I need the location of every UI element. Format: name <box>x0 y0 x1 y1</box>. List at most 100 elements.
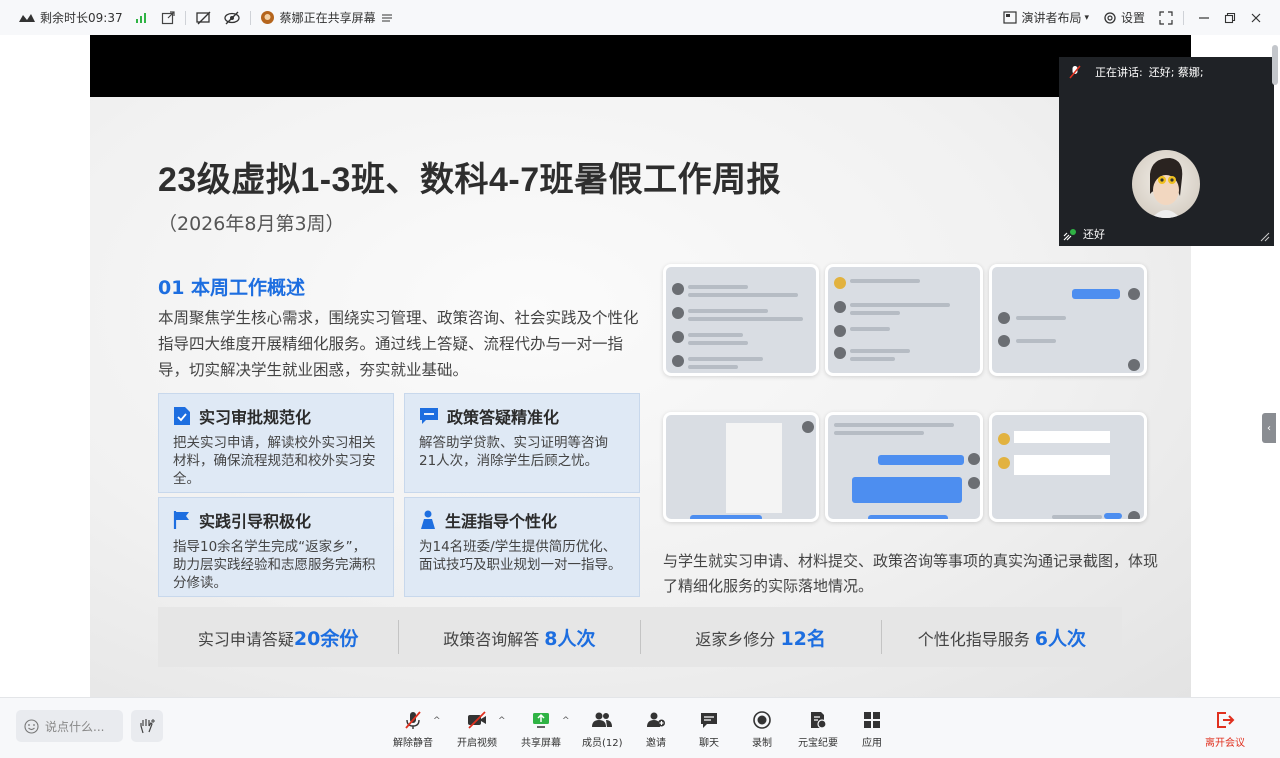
speaking-label: 正在讲话: <box>1095 66 1143 79</box>
speaking-indicator: 正在讲话: 还好; 蔡娜; <box>1059 57 1274 87</box>
tool-label: 开启视频 <box>457 738 497 749</box>
chat-placeholder: 说点什么... <box>45 719 105 734</box>
chat-screenshot <box>989 264 1147 376</box>
raise-hand-button[interactable] <box>131 710 163 742</box>
stat-item: 返家乡修分 12名 <box>641 624 881 651</box>
stat-item: 实习申请答疑20余份 <box>158 624 398 651</box>
share-screen-button[interactable]: 共享屏幕 <box>521 710 561 749</box>
tool-label: 邀请 <box>646 738 666 749</box>
title-bar: 剩余时长09:37 蔡娜正在共享屏幕 演讲者布局 ▾ 设置 <box>0 0 1280 35</box>
leave-label: 离开会议 <box>1205 738 1245 749</box>
slide-subtitle: （2026年8月第3周） <box>158 213 345 235</box>
hand-icon <box>138 717 156 735</box>
popout-icon[interactable] <box>161 10 175 25</box>
exit-icon <box>1215 710 1235 730</box>
record-button[interactable]: 录制 <box>752 710 772 749</box>
fullscreen-icon[interactable] <box>1159 10 1173 25</box>
members-icon <box>591 710 613 730</box>
section-heading: 01 本周工作概述 <box>158 277 306 299</box>
card-title: 实习审批规范化 <box>199 408 312 427</box>
ai-minutes-button[interactable]: 元宝纪要 <box>798 710 838 749</box>
apps-button[interactable]: 应用 <box>862 710 882 749</box>
card-body: 解答助学贷款、实习证明等咨询21人次，消除学生后顾之忧。 <box>419 435 608 469</box>
flag-icon <box>173 510 191 530</box>
audio-level-icon <box>1063 227 1079 241</box>
stat-value: 12名 <box>780 627 826 650</box>
card-career: 生涯指导个性化 为14名班委/学生提供简历优化、面试技巧及职业规划一对一指导。 <box>404 497 640 597</box>
chevron-down-icon[interactable]: ▾ <box>1084 13 1089 23</box>
emoji-icon <box>24 718 39 734</box>
chevron-up-icon[interactable]: ^ <box>498 716 506 726</box>
leave-meeting-button[interactable]: 离开会议 <box>1205 710 1245 749</box>
minimize-icon[interactable] <box>1198 12 1210 24</box>
tool-label: 成员(12) <box>582 738 623 749</box>
stat-value: 6人次 <box>1034 627 1087 650</box>
stop-share-view-icon[interactable] <box>195 11 212 25</box>
resize-handle-icon[interactable] <box>1260 232 1270 242</box>
scrollbar[interactable] <box>1272 45 1278 85</box>
divider <box>1183 10 1184 25</box>
chat-icon <box>699 710 719 730</box>
menu-lines-icon[interactable] <box>381 14 392 22</box>
speaking-names: 还好; 蔡娜; <box>1148 66 1204 79</box>
speaker-video-tile[interactable]: 正在讲话: 还好; 蔡娜; 还好 <box>1059 57 1274 246</box>
stat-label: 个性化指导服务 <box>917 629 1035 649</box>
stat-item: 政策咨询解答 8人次 <box>399 624 639 651</box>
divider <box>249 10 251 25</box>
chat-screenshot <box>825 264 983 376</box>
card-practice: 实践引导积极化 指导10余名学生完成“返家乡”，助力层实践经验和志愿服务完满积分… <box>158 497 394 597</box>
share-screen-icon <box>531 710 551 730</box>
card-body: 为14名班委/学生提供简历优化、面试技巧及职业规划一对一指导。 <box>419 539 622 573</box>
layout-button[interactable]: 演讲者布局 <box>1021 9 1081 26</box>
card-internship: 实习审批规范化 把关实习申请，解读校外实习相关材料，确保流程规范和校外实习安全。 <box>158 393 394 493</box>
hide-icon[interactable] <box>223 11 240 25</box>
stat-label: 实习申请答疑 <box>197 629 294 649</box>
participant-avatar <box>1132 150 1200 218</box>
start-video-button[interactable]: 开启视频 <box>457 710 497 749</box>
meeting-stage: 23级虚拟1-3班、数科4-7班暑假工作周报 （2026年8月第3周） 01 本… <box>0 35 1280 724</box>
signal-icon[interactable] <box>135 12 147 24</box>
card-body: 把关实习申请，解读校外实习相关材料，确保流程规范和校外实习安全。 <box>173 435 376 487</box>
tool-label: 共享屏幕 <box>521 738 561 749</box>
stat-item: 个性化指导服务 6人次 <box>882 624 1122 651</box>
card-title: 实践引导积极化 <box>199 512 312 531</box>
stats-bar: 实习申请答疑20余份 政策咨询解答 8人次 返家乡修分 12名 个性化指导服务 … <box>158 607 1122 667</box>
collapse-panel-tab[interactable]: ‹ <box>1262 413 1276 443</box>
tool-label: 应用 <box>862 738 882 749</box>
apps-icon <box>862 710 882 730</box>
card-title: 生涯指导个性化 <box>445 512 558 531</box>
settings-button[interactable]: 设置 <box>1121 9 1145 26</box>
person-icon <box>419 510 437 530</box>
card-title: 政策答疑精准化 <box>447 408 560 427</box>
close-icon[interactable] <box>1250 12 1262 24</box>
chat-screenshot <box>989 412 1147 522</box>
shared-screen: 23级虚拟1-3班、数科4-7班暑假工作周报 （2026年8月第3周） 01 本… <box>90 35 1191 697</box>
stat-label: 返家乡修分 <box>695 629 781 649</box>
presentation-slide: 23级虚拟1-3班、数科4-7班暑假工作周报 （2026年8月第3周） 01 本… <box>90 97 1191 697</box>
slide-title: 23级虚拟1-3班、数科4-7班暑假工作周报 <box>158 161 782 199</box>
stat-value: 20余份 <box>293 627 359 650</box>
members-button[interactable]: 成员(12) <box>582 710 623 749</box>
chat-button[interactable]: 聊天 <box>699 710 719 749</box>
message-icon <box>419 407 439 425</box>
muted-mic-icon <box>1069 65 1081 79</box>
remaining-time: 剩余时长09:37 <box>40 11 123 25</box>
tool-label: 录制 <box>752 738 772 749</box>
restore-icon[interactable] <box>1224 12 1236 24</box>
video-off-icon <box>466 710 488 730</box>
muted-mic-icon <box>403 710 423 730</box>
gear-icon[interactable] <box>1103 11 1117 25</box>
presenter-avatar <box>260 11 274 24</box>
chat-screenshot <box>825 412 983 522</box>
meeting-toolbar: 说点什么... 解除静音 ^ 开启视频 ^ 共享屏幕 ^ 成员(12) 邀请 聊… <box>0 697 1280 758</box>
invite-button[interactable]: 邀请 <box>646 710 666 749</box>
chevron-up-icon[interactable]: ^ <box>562 716 570 726</box>
unmute-button[interactable]: 解除静音 <box>393 710 433 749</box>
layout-icon[interactable] <box>1003 11 1018 24</box>
participant-name: 还好 <box>1083 228 1105 241</box>
card-policy: 政策答疑精准化 解答助学贷款、实习证明等咨询21人次，消除学生后顾之忧。 <box>404 393 640 493</box>
participant-label: 还好 <box>1063 226 1105 242</box>
stat-label: 政策咨询解答 <box>443 629 545 649</box>
chevron-up-icon[interactable]: ^ <box>433 716 441 726</box>
chat-quick-input[interactable]: 说点什么... <box>16 710 123 742</box>
